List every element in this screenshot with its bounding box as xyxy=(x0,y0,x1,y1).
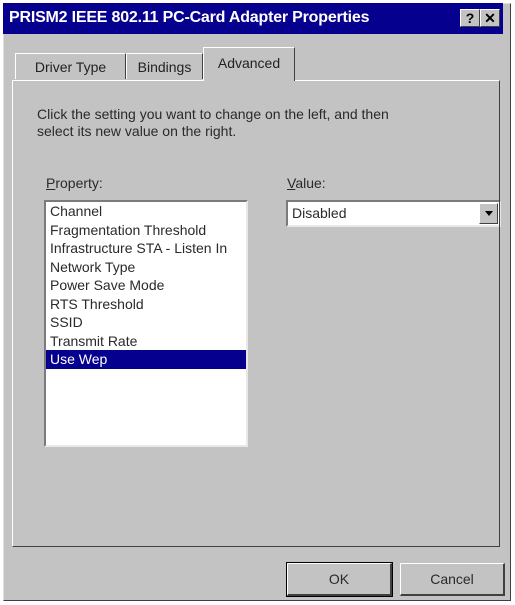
advanced-panel xyxy=(12,80,500,547)
window-title: PRISM2 IEEE 802.11 PC-Card Adapter Prope… xyxy=(9,9,370,26)
title-bar[interactable]: PRISM2 IEEE 802.11 PC-Card Adapter Prope… xyxy=(3,3,503,34)
help-button[interactable]: ? xyxy=(460,9,480,27)
question-mark-icon: ? xyxy=(465,10,475,26)
tab-strip: Driver Type Bindings Advanced xyxy=(10,44,500,81)
ok-button[interactable]: OK xyxy=(286,562,393,597)
close-icon: ✕ xyxy=(484,10,496,26)
close-button[interactable]: ✕ xyxy=(480,9,500,27)
cancel-button[interactable]: Cancel xyxy=(400,563,505,596)
tab-bindings[interactable]: Bindings xyxy=(126,53,203,79)
tab-advanced[interactable]: Advanced xyxy=(203,47,295,81)
tab-driver-type[interactable]: Driver Type xyxy=(15,53,126,79)
